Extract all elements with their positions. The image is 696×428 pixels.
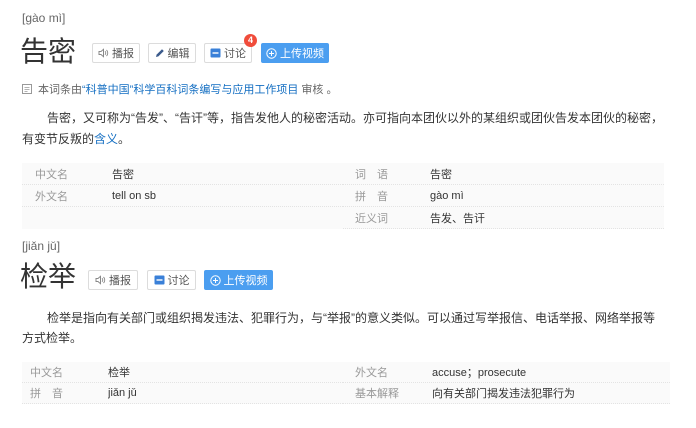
broadcast-button[interactable]: 播报 [88,270,138,290]
discuss-button[interactable]: 讨论 [147,270,196,290]
entry-summary: 检举是指向有关部门或组织揭发违法、犯罪行为，与“举报”的意义类似。可以通过写举报… [22,308,664,348]
info-item: 拼 音 jiǎn jǔ [22,383,343,404]
info-value: tell on sb [112,189,157,202]
info-label: 拼 音 [30,388,63,400]
broadcast-label: 播报 [112,48,134,60]
upload-video-button[interactable]: 上传视频 [261,43,329,63]
edit-button[interactable]: 编辑 [148,43,196,63]
summary-text-end: 。 [118,132,131,146]
pencil-icon [155,48,165,58]
summary-text: 检举是指向有关部门或组织揭发违法、犯罪行为，与“举报”的意义类似。可以通过写举报… [22,311,655,345]
upload-video-label: 上传视频 [280,48,324,60]
broadcast-button[interactable]: 播报 [92,43,140,63]
info-item: 外文名 tell on sb [22,185,343,207]
review-notice: 本词条由“科普中国”科学百科词条编写与应用工作项目 审核 。 [22,82,337,96]
basic-info-right-column: 外文名 accuse；prosecute 基本解释 向有关部门揭发违法犯罪行为 [343,362,670,404]
info-label: 中文名 [30,367,63,379]
info-value: 告密 [430,168,452,181]
info-label: 近义词 [355,212,388,225]
info-value: gào mì [430,189,464,202]
entry-pinyin: [gào mì] [22,11,66,25]
info-label: 基本解释 [355,388,399,400]
info-item: 中文名 检举 [22,362,343,383]
discuss-label: 讨论 [167,275,190,287]
review-prefix: 本词条由 [38,84,82,96]
info-item: 拼 音 gào mì [343,185,664,207]
info-item: 中文名 告密 [22,163,343,185]
info-label: 中文名 [35,168,68,181]
discussion-icon [154,275,165,285]
info-value: jiǎn jǔ [108,387,137,399]
basic-info-left-column: 中文名 告密 外文名 tell on sb [22,163,343,229]
info-value: 向有关部门揭发违法犯罪行为 [432,388,575,400]
info-item: 近义词 告发、告讦 [343,207,664,229]
review-text: 本词条由“科普中国”科学百科词条编写与应用工作项目 审核 。 [38,81,337,97]
discuss-button[interactable]: 讨论 4 [204,34,257,63]
entry-title: 检举 [20,261,77,292]
info-label: 拼 音 [355,190,388,203]
info-label: 外文名 [35,190,68,203]
info-label: 词 语 [355,168,388,181]
plus-circle-icon [266,47,277,59]
discuss-label: 讨论 [224,48,246,60]
basic-info-left-column: 中文名 检举 拼 音 jiǎn jǔ [22,362,343,404]
document-icon [22,84,32,94]
basic-info-right-column: 词 语 告密 拼 音 gào mì 近义词 告发、告讦 [343,163,664,229]
info-value: accuse；prosecute [432,367,527,379]
info-value: 检举 [108,367,130,379]
broadcast-label: 播报 [109,275,131,287]
upload-video-button[interactable]: 上传视频 [204,270,273,290]
info-item: 词 语 告密 [343,163,664,185]
discussion-icon [210,48,221,58]
info-item: 基本解释 向有关部门揭发违法犯罪行为 [343,383,670,404]
summary-link-meaning[interactable]: 含义 [94,132,118,146]
basic-info-box: 中文名 告密 外文名 tell on sb 词 语 告密 拼 音 gào mì [22,163,664,229]
info-value: 告密 [112,168,134,181]
info-label: 外文名 [355,367,388,379]
review-project-link[interactable]: “科普中国”科学百科词条编写与应用工作项目 [82,84,298,96]
discuss-count-badge: 4 [244,34,257,47]
entry-title: 告密 [20,36,77,67]
basic-info-box: 中文名 检举 拼 音 jiǎn jǔ 外文名 accuse；prosecute … [22,362,670,404]
info-item: 外文名 accuse；prosecute [343,362,670,383]
entry-pinyin: [jiǎn jǔ] [22,239,61,253]
review-suffix: 审核 。 [298,84,338,96]
info-value: 告发、告讦 [430,212,485,225]
edit-label: 编辑 [167,48,190,60]
entry-summary: 告密，又可称为“告发”、“告讦”等，指告发他人的秘密活动。亦可指向本团伙以外的某… [22,108,664,150]
speaker-icon [95,275,106,285]
speaker-icon [98,48,109,58]
upload-video-label: 上传视频 [223,275,268,287]
encyclopedia-page: [gào mì] 告密 播报 编辑 讨论 4 上传视频 本词条由“科普中国”科学… [0,0,696,428]
plus-circle-icon [209,274,221,286]
